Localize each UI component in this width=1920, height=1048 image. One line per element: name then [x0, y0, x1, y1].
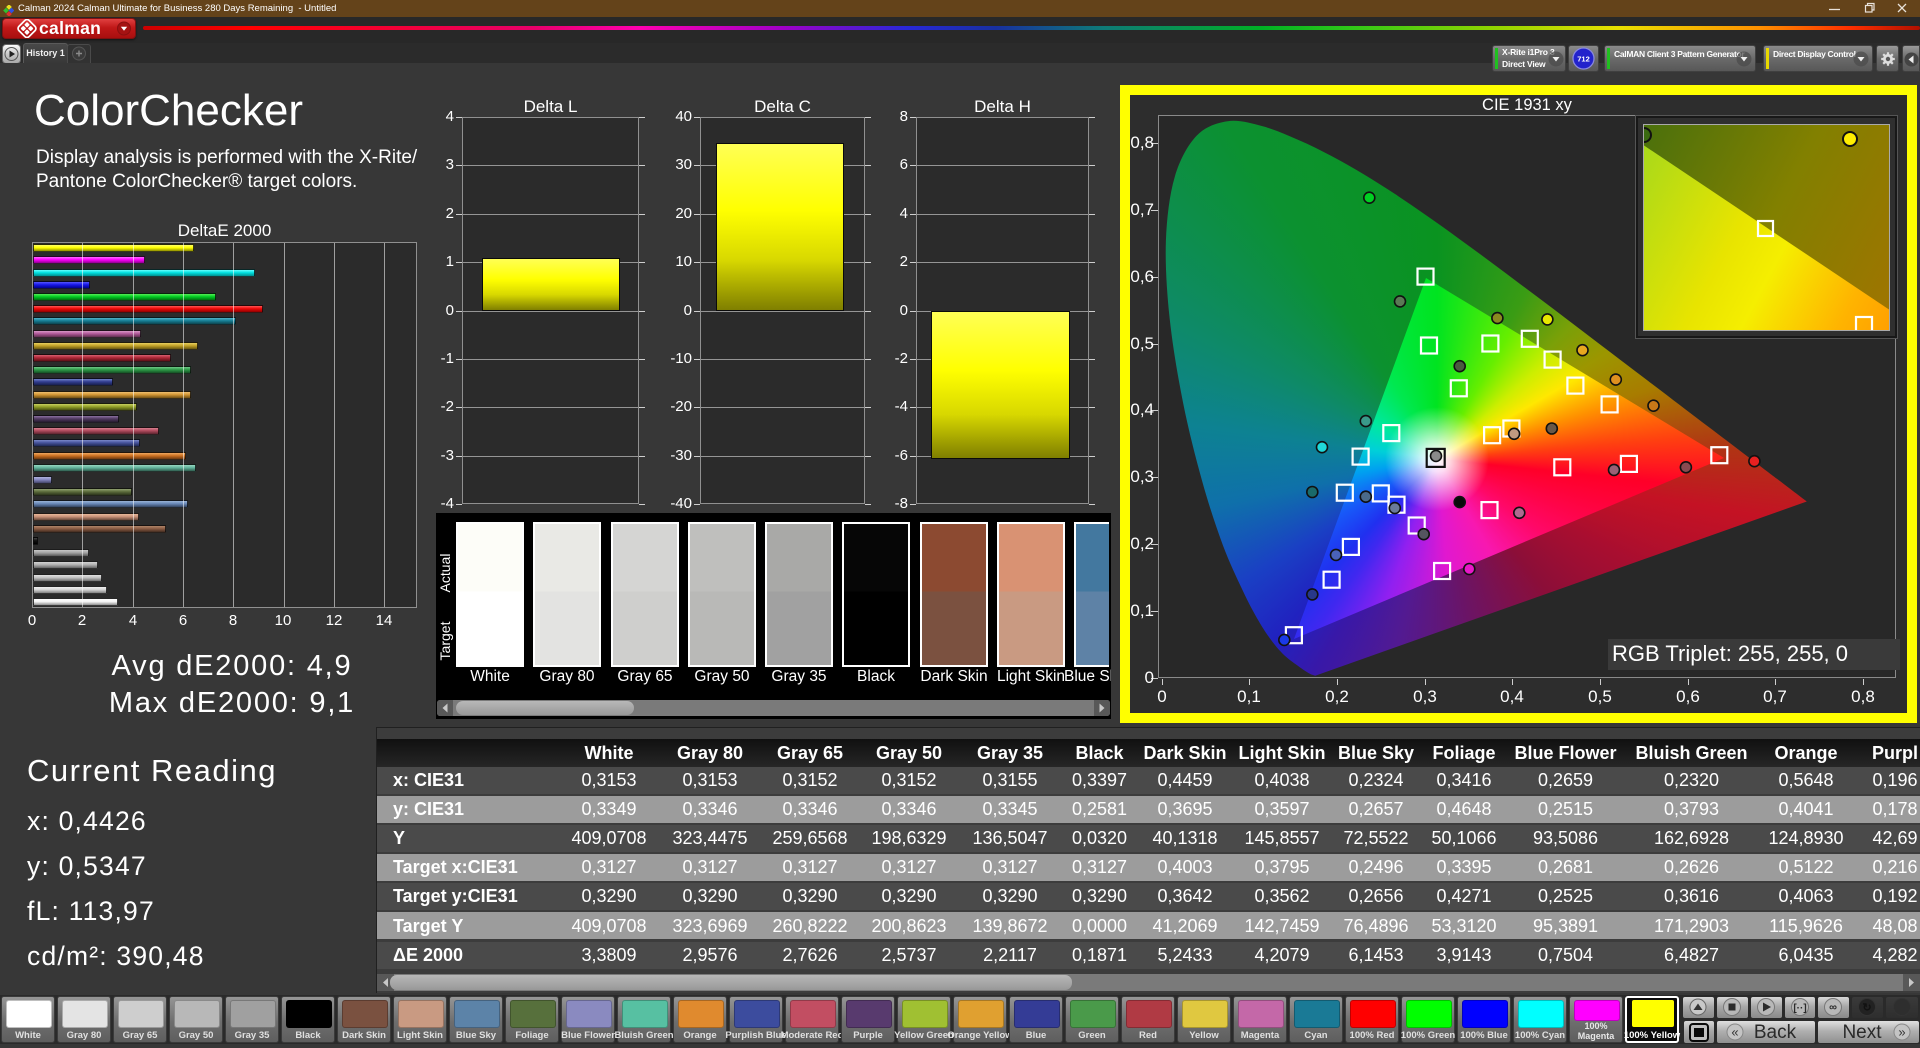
- svg-text:712: 712: [1577, 55, 1590, 64]
- svg-text:calman: calman: [39, 19, 101, 38]
- svg-text:«: «: [1731, 1025, 1738, 1040]
- svg-text:Back: Back: [1754, 1022, 1797, 1043]
- svg-text:↻: ↻: [1862, 1002, 1871, 1014]
- svg-text:Target: Target: [437, 621, 453, 660]
- svg-text:»: »: [1898, 1025, 1905, 1040]
- svg-text:∞: ∞: [1829, 1002, 1837, 1014]
- svg-text:Actual: Actual: [437, 554, 453, 593]
- svg-text:Next: Next: [1842, 1022, 1882, 1043]
- svg-text:[··]: [··]: [1793, 1003, 1806, 1014]
